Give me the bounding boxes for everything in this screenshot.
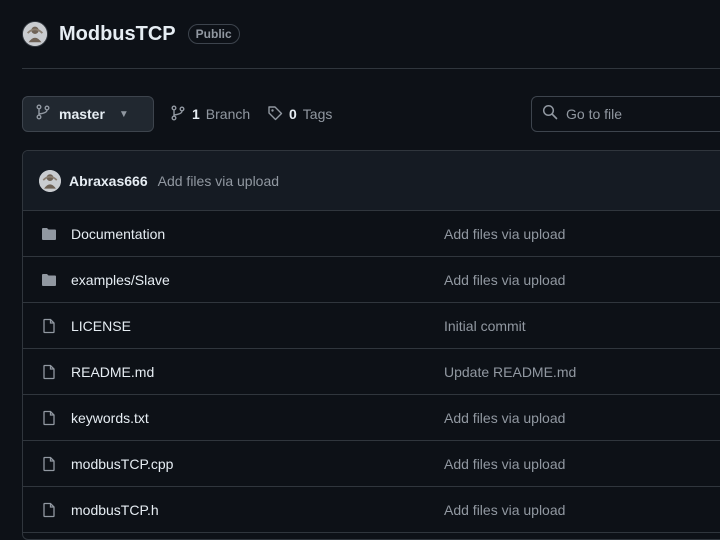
folder-icon [41, 226, 57, 242]
file-icon [41, 502, 57, 518]
branches-link[interactable]: 1 Branch [170, 96, 250, 132]
commit-author[interactable]: Abraxas666 [69, 173, 148, 189]
owner-avatar[interactable] [22, 21, 48, 47]
file-icon [41, 410, 57, 426]
file-commit-message[interactable]: Add files via upload [444, 456, 565, 472]
search-icon [542, 104, 558, 125]
search-input[interactable] [566, 106, 716, 122]
file-name-link[interactable]: modbusTCP.cpp [71, 456, 173, 472]
branch-name: master [59, 106, 105, 122]
file-row[interactable]: modbusTCP.cpp Add files via upload [23, 441, 720, 487]
file-icon [41, 318, 57, 334]
repo-name[interactable]: ModbusTCP [59, 23, 176, 46]
file-row[interactable]: Documentation Add files via upload [23, 211, 720, 257]
tag-icon [267, 105, 283, 124]
file-row[interactable]: keywords.txt Add files via upload [23, 395, 720, 441]
file-row[interactable]: modbusTCP.h Add files via upload [23, 487, 720, 533]
branch-selector-button[interactable]: master ▼ [22, 96, 154, 132]
file-icon [41, 456, 57, 472]
file-list: Abraxas666 Add files via upload Document… [22, 150, 720, 540]
file-icon [41, 364, 57, 380]
commit-message[interactable]: Add files via upload [158, 173, 279, 189]
file-row[interactable]: LICENSE Initial commit [23, 303, 720, 349]
branch-word: Branch [205, 106, 251, 122]
file-name-link[interactable]: examples/Slave [71, 272, 170, 288]
file-name-link[interactable]: modbusTCP.h [71, 502, 159, 518]
file-name-link[interactable]: LICENSE [71, 318, 131, 334]
file-commit-message[interactable]: Add files via upload [444, 410, 565, 426]
tags-link[interactable]: 0 Tags [267, 96, 332, 132]
file-commit-message[interactable]: Add files via upload [444, 272, 565, 288]
file-commit-message[interactable]: Add files via upload [444, 226, 565, 242]
repo-toolbar: master ▼ 1 Branch 0 Tags Go to file [22, 96, 720, 132]
branch-count: 1 [192, 106, 200, 122]
tag-count: 0 [289, 106, 297, 122]
file-name-link[interactable]: README.md [71, 364, 154, 380]
file-row[interactable]: README.md Update README.md [23, 349, 720, 395]
file-name-link[interactable]: keywords.txt [71, 410, 149, 426]
visibility-badge: Public [187, 24, 240, 44]
header-divider [22, 68, 720, 69]
commit-author-avatar[interactable] [39, 169, 61, 192]
file-name-link[interactable]: Documentation [71, 226, 165, 242]
go-to-file-search[interactable] [531, 96, 720, 132]
folder-icon [41, 272, 57, 288]
file-commit-message[interactable]: Add files via upload [444, 502, 565, 518]
tag-word: Tags [302, 106, 333, 122]
file-commit-message[interactable]: Update README.md [444, 364, 576, 380]
latest-commit-bar: Abraxas666 Add files via upload [23, 151, 720, 211]
git-branch-icon [170, 105, 186, 124]
repo-page: ModbusTCP Public master ▼ 1 Branch 0 Tag… [0, 0, 720, 540]
file-commit-message[interactable]: Initial commit [444, 318, 526, 334]
file-row[interactable]: examples/Slave Add files via upload [23, 257, 720, 303]
caret-down-icon: ▼ [118, 108, 129, 120]
git-branch-icon [35, 104, 51, 125]
file-rows: Documentation Add files via upload example… [23, 211, 720, 533]
repo-header: ModbusTCP Public [22, 18, 240, 50]
